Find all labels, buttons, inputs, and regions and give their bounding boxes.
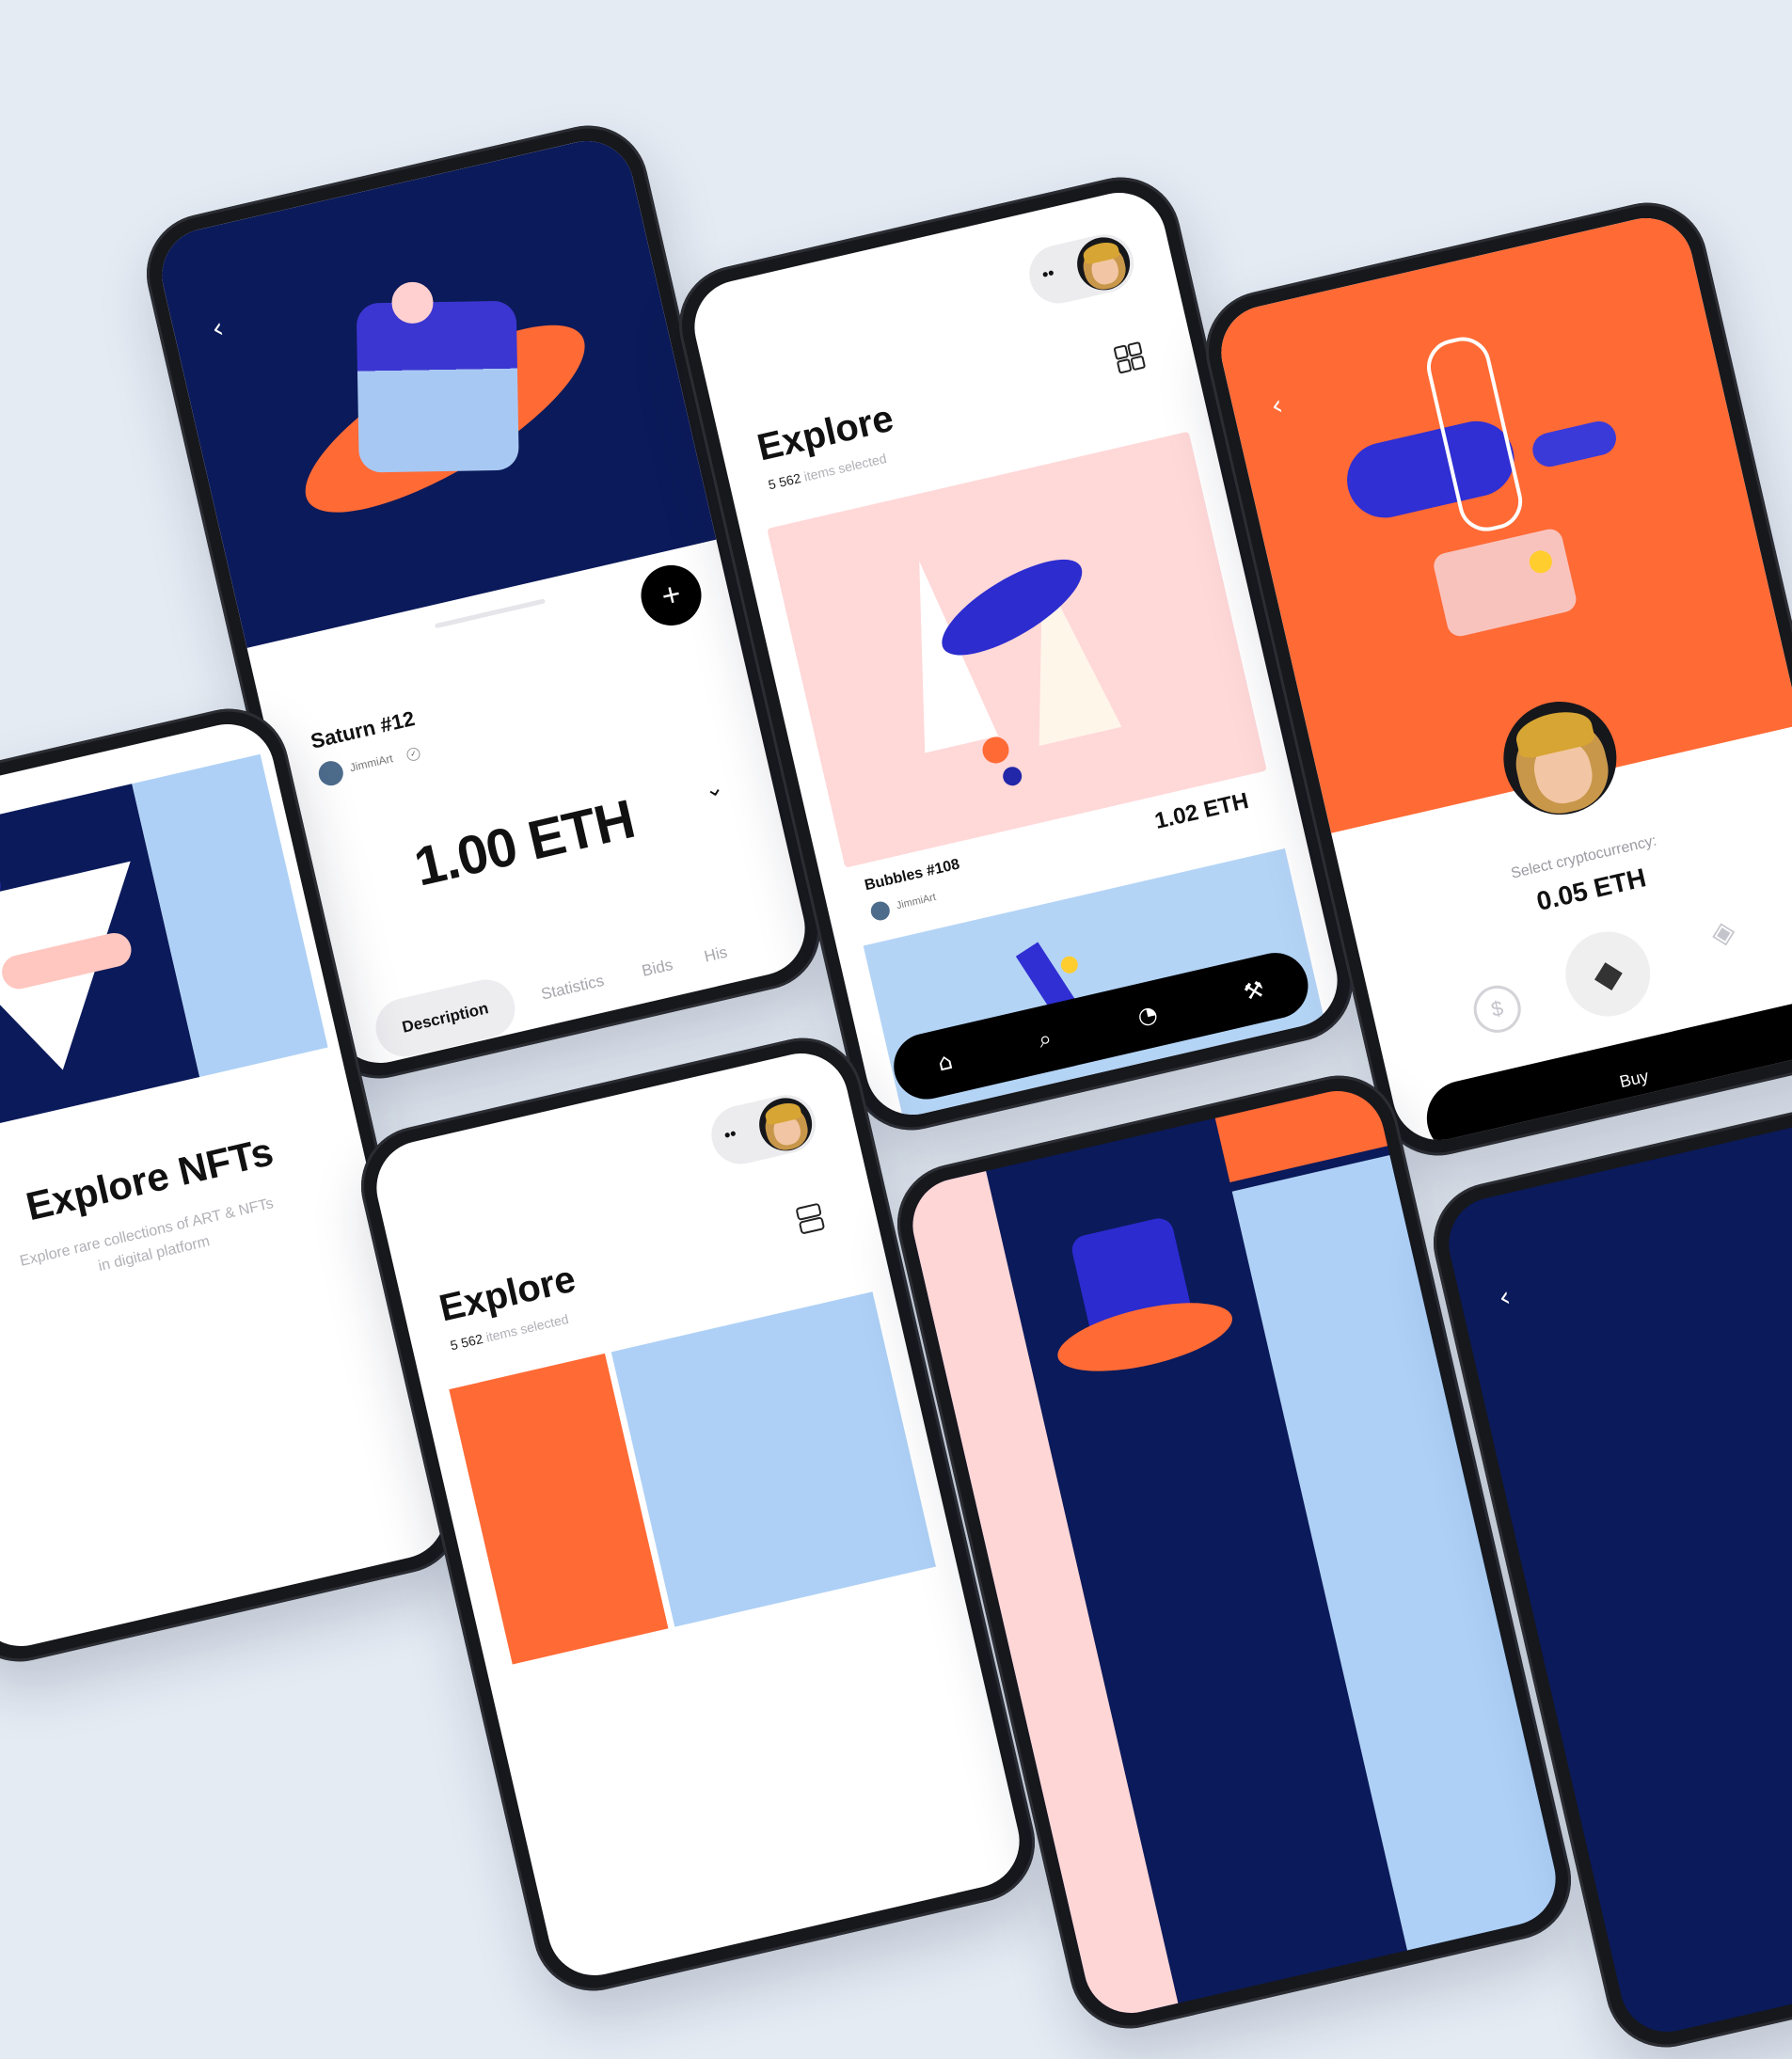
grid-view-icon[interactable] bbox=[1113, 341, 1147, 374]
price-value[interactable]: 1.00 ETH bbox=[408, 787, 640, 899]
nft-card-creator[interactable]: JimmiArt bbox=[896, 892, 937, 911]
tab-bids[interactable]: Bids bbox=[641, 956, 675, 981]
detail-title: Saturn #12 bbox=[308, 706, 418, 753]
profile-toggle[interactable]: •• bbox=[706, 1089, 822, 1170]
dots-icon: •• bbox=[1039, 262, 1056, 285]
nft-card-price: 1.02 ETH bbox=[1151, 787, 1251, 834]
buy-button-label: Buy bbox=[1617, 1066, 1651, 1091]
add-button[interactable]: + bbox=[635, 559, 707, 632]
eth-icon[interactable]: ◆ bbox=[1557, 923, 1659, 1025]
blob-right bbox=[1529, 418, 1620, 470]
buy-artwork: ‹ bbox=[1212, 209, 1792, 833]
tab-description[interactable]: Description bbox=[370, 974, 521, 1063]
chart-icon[interactable]: ◔ bbox=[1135, 1000, 1161, 1030]
detail-handle bbox=[434, 598, 546, 629]
detail-artwork: ‹ bbox=[152, 132, 717, 648]
saturn-prism bbox=[356, 300, 519, 473]
list-card-blue[interactable] bbox=[611, 1291, 936, 1627]
avatar[interactable] bbox=[753, 1092, 817, 1157]
chevron-down-icon[interactable]: ⌄ bbox=[702, 773, 726, 804]
verified-icon: ✓ bbox=[405, 746, 421, 763]
back-icon[interactable]: ‹ bbox=[1496, 1280, 1514, 1315]
search-icon[interactable]: ⌕ bbox=[1036, 1024, 1054, 1053]
nft-card-creator-avatar bbox=[868, 899, 892, 923]
back-icon[interactable]: ‹ bbox=[1268, 388, 1287, 423]
items-count-number: 5 562 bbox=[449, 1330, 484, 1354]
tab-statistics[interactable]: Statistics bbox=[539, 972, 606, 1005]
blue-ball bbox=[1001, 765, 1024, 788]
list-view-icon[interactable] bbox=[795, 1202, 826, 1235]
usdc-icon[interactable]: $ bbox=[1468, 980, 1526, 1037]
tab-history[interactable]: His bbox=[703, 943, 729, 967]
avatar[interactable] bbox=[1071, 231, 1135, 296]
tab-description-label: Description bbox=[400, 999, 491, 1037]
nft-card-name: Bubbles #108 bbox=[863, 856, 961, 895]
yellow-ball bbox=[1059, 954, 1080, 975]
home-icon[interactable]: ⌂ bbox=[935, 1048, 955, 1077]
bnb-icon[interactable]: ◈ bbox=[1707, 911, 1738, 952]
back-icon[interactable]: ‹ bbox=[209, 311, 228, 346]
pink-block bbox=[1431, 526, 1579, 639]
plus-icon: + bbox=[658, 575, 685, 615]
creator-avatar bbox=[316, 758, 346, 788]
hammer-icon[interactable]: ⚒ bbox=[1241, 975, 1266, 1006]
items-count-number: 5 562 bbox=[767, 469, 802, 493]
dots-icon: •• bbox=[722, 1123, 738, 1146]
creator-name[interactable]: JimmiArt bbox=[348, 752, 394, 774]
profile-toggle[interactable]: •• bbox=[1023, 229, 1140, 309]
cone-left bbox=[882, 552, 999, 753]
